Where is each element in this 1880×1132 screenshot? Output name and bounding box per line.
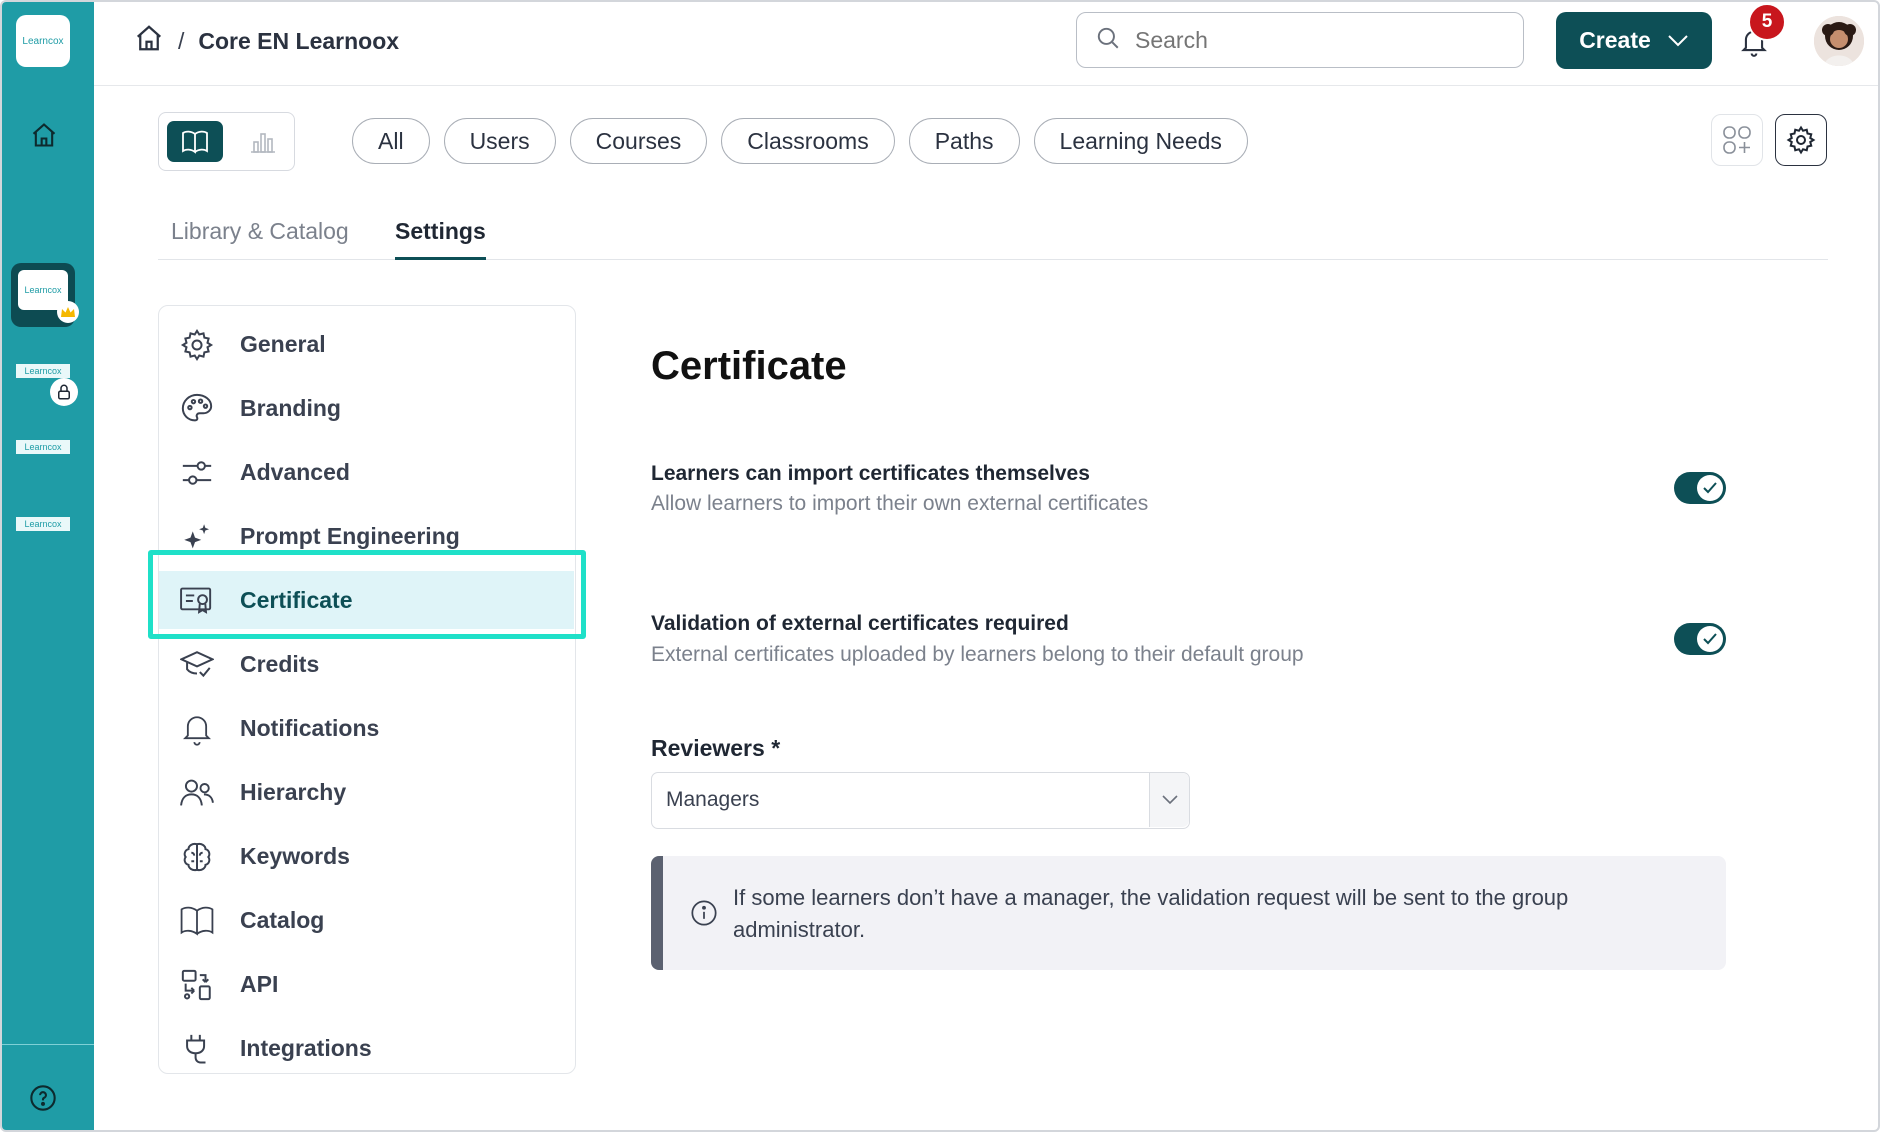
breadcrumb-home-icon[interactable] <box>134 23 164 59</box>
sidebar-item-credits[interactable]: Credits <box>159 635 574 693</box>
search-icon <box>1095 25 1121 56</box>
home-icon[interactable] <box>27 118 61 152</box>
book-icon <box>179 903 215 939</box>
sliders-icon <box>179 455 215 491</box>
sidebar-item-certificate[interactable]: Certificate <box>159 571 574 629</box>
create-button-label: Create <box>1579 27 1651 53</box>
filter-chips: All Users Courses Classrooms Paths Learn… <box>352 118 1248 164</box>
add-widget-grid-icon[interactable] <box>1711 114 1763 166</box>
sidebar-item-label: Keywords <box>240 842 350 869</box>
library-view-book-icon[interactable] <box>167 121 223 162</box>
brand-logo-label: Learncox <box>22 35 64 47</box>
page-title: Certificate <box>651 344 847 388</box>
notification-badge: 5 <box>1748 3 1786 41</box>
crown-icon <box>57 301 79 323</box>
bell-icon <box>179 711 215 747</box>
sidebar-item-label: API <box>240 970 279 997</box>
info-icon <box>689 898 719 928</box>
filter-chip-courses[interactable]: Courses <box>569 118 708 164</box>
option-import-title: Learners can import certificates themsel… <box>651 462 1090 485</box>
toggle-import-certificates[interactable] <box>1674 472 1726 504</box>
view-toggle <box>158 112 295 171</box>
sidebar-item-branding[interactable]: Branding <box>159 379 574 437</box>
reviewers-selected-value: Managers <box>666 788 760 811</box>
sidebar-item-advanced[interactable]: Advanced <box>159 443 574 501</box>
sidebar-item-api[interactable]: API <box>159 955 574 1013</box>
sidebar-item-label: Integrations <box>240 1034 372 1061</box>
filter-chip-classrooms[interactable]: Classrooms <box>721 118 895 164</box>
sidebar-item-notifications[interactable]: Notifications <box>159 699 574 757</box>
filter-chip-paths[interactable]: Paths <box>908 118 1020 164</box>
chevron-down-icon[interactable] <box>1149 773 1189 827</box>
option-import-description: Allow learners to import their own exter… <box>651 492 1149 515</box>
tab-library-catalog[interactable]: Library & Catalog <box>171 218 349 260</box>
option-validation-title: Validation of external certificates requ… <box>651 612 1069 635</box>
graduation-cap-icon <box>179 647 215 683</box>
sidebar-item-integrations[interactable]: Integrations <box>159 1019 574 1077</box>
reviewers-label: Reviewers * <box>651 735 781 761</box>
rail-divider <box>2 1044 94 1045</box>
sidebar-item-prompt-engineering[interactable]: Prompt Engineering <box>159 507 574 565</box>
breadcrumb-separator: / <box>178 27 185 54</box>
reviewers-select[interactable]: Managers <box>651 772 1190 829</box>
sidebar-item-label: Prompt Engineering <box>240 522 460 549</box>
breadcrumb-title: Core EN Learnoox <box>198 27 400 54</box>
settings-gear-icon[interactable] <box>1775 114 1827 166</box>
page-tabs: Library & Catalog Settings <box>158 214 1828 260</box>
left-rail: Learncox Learncox Learncox Learncox Lear… <box>2 2 94 1130</box>
sidebar-item-label: Certificate <box>240 586 353 613</box>
certificate-icon <box>179 583 215 619</box>
gear-icon <box>179 327 215 363</box>
sidebar-item-label: Catalog <box>240 906 325 933</box>
rail-app-active[interactable]: Learncox <box>11 263 79 327</box>
sidebar-item-label: General <box>240 330 326 357</box>
sidebar-item-label: Branding <box>240 394 341 421</box>
filter-chip-learning-needs[interactable]: Learning Needs <box>1033 118 1248 164</box>
sidebar-item-catalog[interactable]: Catalog <box>159 891 574 949</box>
plug-icon <box>179 1031 215 1067</box>
info-callout: If some learners don’t have a manager, t… <box>651 856 1726 970</box>
sidebar-item-label: Advanced <box>240 458 350 485</box>
search-input[interactable] <box>1135 26 1495 54</box>
lock-icon <box>50 378 78 406</box>
sparkle-icon <box>179 519 215 555</box>
rail-app-4[interactable]: Learncox <box>16 517 70 531</box>
api-icon <box>179 967 215 1003</box>
check-icon <box>1697 626 1723 652</box>
brain-icon <box>179 839 215 875</box>
palette-icon <box>179 391 215 427</box>
toggle-validation-required[interactable] <box>1674 623 1726 655</box>
rail-app-3[interactable]: Learncox <box>16 440 70 454</box>
app-window: Learncox Learncox Learncox Learncox Lear… <box>0 0 1880 1132</box>
rail-app-2[interactable]: Learncox <box>16 364 70 378</box>
avatar[interactable] <box>1814 16 1864 66</box>
brand-logo[interactable]: Learncox <box>16 15 70 67</box>
settings-sidebar: General Branding Advanced Prompt Enginee… <box>158 305 576 1074</box>
filter-chip-users[interactable]: Users <box>443 118 556 164</box>
breadcrumb: / Core EN Learnoox <box>134 22 399 60</box>
option-validation-description: External certificates uploaded by learne… <box>651 643 1304 666</box>
filter-chip-all[interactable]: All <box>352 118 430 164</box>
sidebar-item-label: Notifications <box>240 714 380 741</box>
analytics-view-bar-chart-icon[interactable] <box>239 121 287 162</box>
sidebar-item-hierarchy[interactable]: Hierarchy <box>159 763 574 821</box>
sidebar-item-label: Credits <box>240 650 320 677</box>
check-icon <box>1697 475 1723 501</box>
help-icon[interactable] <box>28 1083 58 1113</box>
sidebar-item-general[interactable]: General <box>159 315 574 373</box>
create-button[interactable]: Create <box>1556 12 1712 69</box>
sidebar-item-keywords[interactable]: Keywords <box>159 827 574 885</box>
top-bar: / Core EN Learnoox Create 5 <box>94 2 1878 86</box>
users-icon <box>179 775 215 811</box>
sidebar-item-label: Hierarchy <box>240 778 347 805</box>
info-callout-text: If some learners don’t have a manager, t… <box>733 885 1569 942</box>
search-box[interactable] <box>1076 12 1524 68</box>
chevron-down-icon <box>1667 27 1689 54</box>
tab-settings[interactable]: Settings <box>395 218 486 260</box>
